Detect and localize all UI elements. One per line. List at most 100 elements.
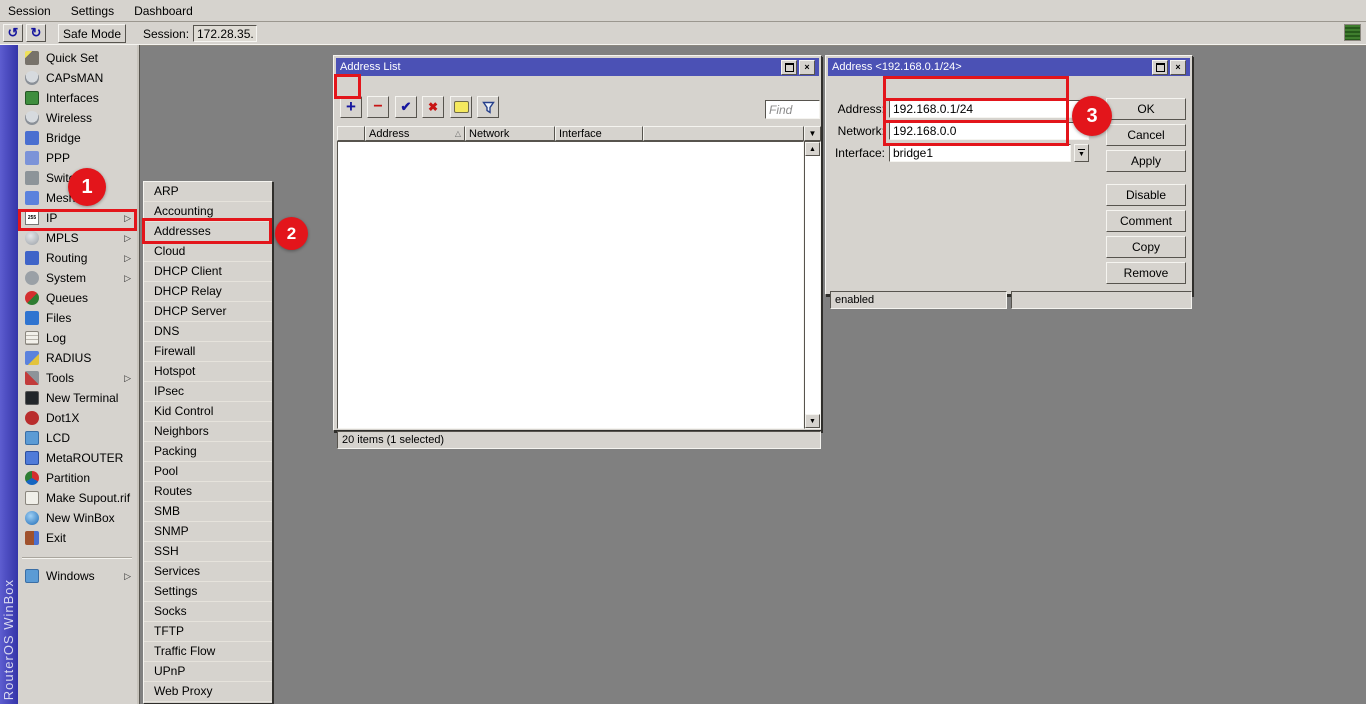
menu-session[interactable]: Session [0,1,63,21]
ip-menu-item-socks[interactable]: Socks [144,602,272,622]
vertical-scrollbar[interactable]: ▲ ▼ [804,141,821,429]
network-field[interactable] [889,122,1089,140]
sidebar-item-exit[interactable]: Exit [18,528,136,548]
sidebar-item-ppp[interactable]: PPP [18,148,136,168]
sidebar-item-mpls[interactable]: MPLS▷ [18,228,136,248]
system-icon [25,271,39,285]
sidebar-item-system[interactable]: System▷ [18,268,136,288]
menu-dashboard[interactable]: Dashboard [126,1,205,21]
address-list-window: Address List × + − ✔ ✖ Address △ Network… [333,55,822,431]
ip-menu-item-web-proxy[interactable]: Web Proxy [144,682,272,702]
ip-menu-item-services[interactable]: Services [144,562,272,582]
remove-button[interactable]: Remove [1106,262,1186,284]
address-list-table[interactable] [337,141,804,429]
mpls-icon [25,231,39,245]
disable-button[interactable]: ✖ [422,96,444,118]
ip-menu-item-routes[interactable]: Routes [144,482,272,502]
sidebar-item-make-supout-rif[interactable]: Make Supout.rif [18,488,136,508]
header-network[interactable]: Network [465,126,555,141]
comment-button[interactable]: Comment [1106,210,1186,232]
column-options-button[interactable]: ▼ [804,126,821,141]
ip-menu-item-tftp[interactable]: TFTP [144,622,272,642]
sidebar-item-metarouter[interactable]: MetaROUTER [18,448,136,468]
address-dialog-titlebar[interactable]: Address <192.168.0.1/24> × [828,58,1190,76]
copy-button[interactable]: Copy [1106,236,1186,258]
sidebar-item-partition[interactable]: Partition [18,468,136,488]
close-button[interactable]: × [1170,60,1186,75]
address-field[interactable] [889,100,1089,118]
close-button[interactable]: × [799,60,815,75]
remove-address-button[interactable]: − [367,96,389,118]
ip-menu-item-ipsec[interactable]: IPsec [144,382,272,402]
sidebar-item-interfaces[interactable]: Interfaces [18,88,136,108]
ip-menu-item-dhcp-relay[interactable]: DHCP Relay [144,282,272,302]
menu-settings[interactable]: Settings [63,1,126,21]
sidebar-item-capsman[interactable]: CAPsMAN [18,68,136,88]
filter-button[interactable] [477,96,499,118]
ip-menu-item-neighbors[interactable]: Neighbors [144,422,272,442]
ip-menu-item-addresses[interactable]: Addresses [144,222,272,242]
ip-menu-item-hotspot[interactable]: Hotspot [144,362,272,382]
sidebar-item-windows[interactable]: Windows▷ [18,566,136,586]
sidebar-item-tools[interactable]: Tools▷ [18,368,136,388]
scroll-up-button[interactable]: ▲ [805,142,820,156]
ip-menu-item-packing[interactable]: Packing [144,442,272,462]
sidebar-item-mesh[interactable]: Mesh [18,188,136,208]
redo-button[interactable]: ↻ [26,24,46,42]
ip-menu-item-dhcp-client[interactable]: DHCP Client [144,262,272,282]
switch-icon [25,171,39,185]
find-input[interactable] [765,100,820,119]
ip-menu-item-settings[interactable]: Settings [144,582,272,602]
ip-menu-item-dns[interactable]: DNS [144,322,272,342]
ok-button[interactable]: OK [1106,98,1186,120]
ip-menu-item-cloud[interactable]: Cloud [144,242,272,262]
maximize-button[interactable] [781,60,797,75]
sidebar-item-quick-set[interactable]: Quick Set [18,48,136,68]
address-list-titlebar[interactable]: Address List × [336,58,819,76]
sidebar-item-label: Dot1X [46,411,79,425]
sidebar-item-new-winbox[interactable]: New WinBox [18,508,136,528]
maximize-button[interactable] [1152,60,1168,75]
interface-field[interactable] [889,144,1071,162]
sidebar-item-bridge[interactable]: Bridge [18,128,136,148]
ip-menu-item-upnp[interactable]: UPnP [144,662,272,682]
header-select-column[interactable] [337,126,365,141]
sidebar-item-lcd[interactable]: LCD [18,428,136,448]
ip-menu-item-dhcp-server[interactable]: DHCP Server [144,302,272,322]
sidebar-item-routing[interactable]: Routing▷ [18,248,136,268]
sidebar-item-label: LCD [46,431,70,445]
ip-menu-item-accounting[interactable]: Accounting [144,202,272,222]
sidebar-item-wireless[interactable]: Wireless [18,108,136,128]
comment-button[interactable] [450,96,472,118]
address-list-title: Address List [340,61,401,73]
ip-menu-item-snmp[interactable]: SNMP [144,522,272,542]
sidebar-item-ip[interactable]: 255IP▷ [18,208,136,228]
safe-mode-button[interactable]: Safe Mode [58,24,126,43]
sidebar-item-new-terminal[interactable]: New Terminal [18,388,136,408]
header-network-label: Network [469,128,509,140]
ip-menu-item-kid-control[interactable]: Kid Control [144,402,272,422]
disable-button[interactable]: Disable [1106,184,1186,206]
sidebar-item-files[interactable]: Files [18,308,136,328]
ip-menu-item-smb[interactable]: SMB [144,502,272,522]
sidebar-item-switch[interactable]: Switch [18,168,136,188]
interface-dropdown-button[interactable]: ▼ [1074,144,1089,162]
enable-button[interactable]: ✔ [395,96,417,118]
header-interface[interactable]: Interface [555,126,643,141]
ip-menu-item-firewall[interactable]: Firewall [144,342,272,362]
sidebar-item-radius[interactable]: RADIUS [18,348,136,368]
ip-menu-item-arp[interactable]: ARP [144,182,272,202]
sidebar-item-dot1x[interactable]: Dot1X [18,408,136,428]
scroll-down-button[interactable]: ▼ [805,414,820,428]
cancel-button[interactable]: Cancel [1106,124,1186,146]
sidebar-item-log[interactable]: Log [18,328,136,348]
ip-menu-item-pool[interactable]: Pool [144,462,272,482]
undo-button[interactable]: ↺ [3,24,23,42]
ip-menu-item-traffic-flow[interactable]: Traffic Flow [144,642,272,662]
header-address[interactable]: Address △ [365,126,465,141]
sidebar-item-queues[interactable]: Queues [18,288,136,308]
add-address-button[interactable]: + [340,96,362,118]
ip-menu-item-ssh[interactable]: SSH [144,542,272,562]
session-address-input[interactable] [193,25,257,42]
apply-button[interactable]: Apply [1106,150,1186,172]
